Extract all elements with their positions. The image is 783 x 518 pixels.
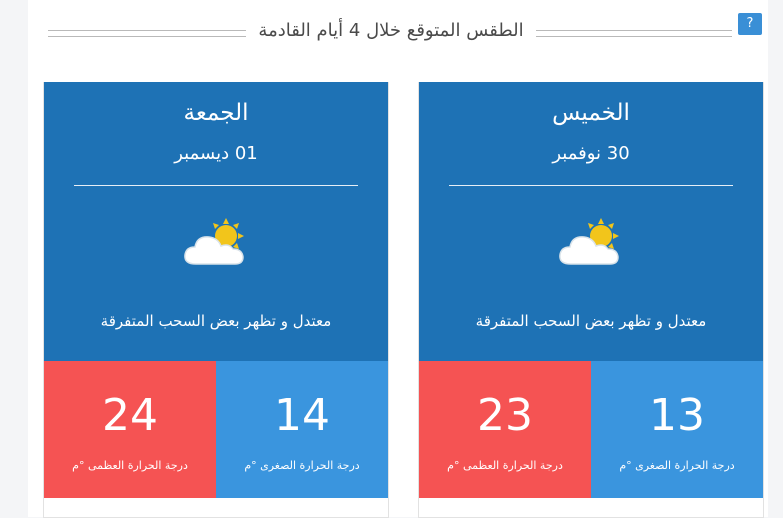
forecast-card-friday: الجمعة 01 ديسمبر معتدل و تظهر بعض السحب … <box>43 82 389 518</box>
forecast-card-header: الخميس 30 نوفمبر معتدل و تظهر بعض السحب … <box>419 82 763 361</box>
weather-description: معتدل و تظهر بعض السحب المتفرقة <box>475 312 707 330</box>
divider <box>74 185 358 186</box>
min-temp-box: 14 درجة الحرارة الصغرى °م <box>216 361 388 498</box>
max-temp-label: درجة الحرارة العظمى °م <box>447 459 563 472</box>
max-temp-value: 24 <box>102 390 158 441</box>
max-temp-label: درجة الحرارة العظمى °م <box>72 459 188 472</box>
help-button[interactable]: ? <box>738 13 762 35</box>
day-name: الجمعة <box>183 100 249 126</box>
min-temp-label: درجة الحرارة الصغرى °م <box>619 459 735 472</box>
max-temp-box: 24 درجة الحرارة العظمى °م <box>44 361 216 498</box>
partly-cloudy-icon <box>184 218 244 265</box>
min-temp-box: 13 درجة الحرارة الصغرى °م <box>591 361 763 498</box>
forecast-card-header: الجمعة 01 ديسمبر معتدل و تظهر بعض السحب … <box>44 82 388 361</box>
day-name: الخميس <box>552 100 630 126</box>
section-title: الطقس المتوقع خلال 4 أيام القادمة <box>258 20 524 41</box>
partly-cloudy-icon <box>559 218 619 265</box>
min-temp-value: 14 <box>274 390 330 441</box>
header-divider-left <box>48 30 246 37</box>
forecast-date: 01 ديسمبر <box>174 143 258 164</box>
min-temp-value: 13 <box>649 390 705 441</box>
min-temp-label: درجة الحرارة الصغرى °م <box>244 459 360 472</box>
forecast-date: 30 نوفمبر <box>552 143 630 164</box>
max-temp-box: 23 درجة الحرارة العظمى °م <box>419 361 591 498</box>
header-divider-right <box>536 30 732 37</box>
max-temp-value: 23 <box>477 390 533 441</box>
forecast-card-thursday: الخميس 30 نوفمبر معتدل و تظهر بعض السحب … <box>418 82 764 518</box>
weather-description: معتدل و تظهر بعض السحب المتفرقة <box>100 312 332 330</box>
divider <box>449 185 733 186</box>
